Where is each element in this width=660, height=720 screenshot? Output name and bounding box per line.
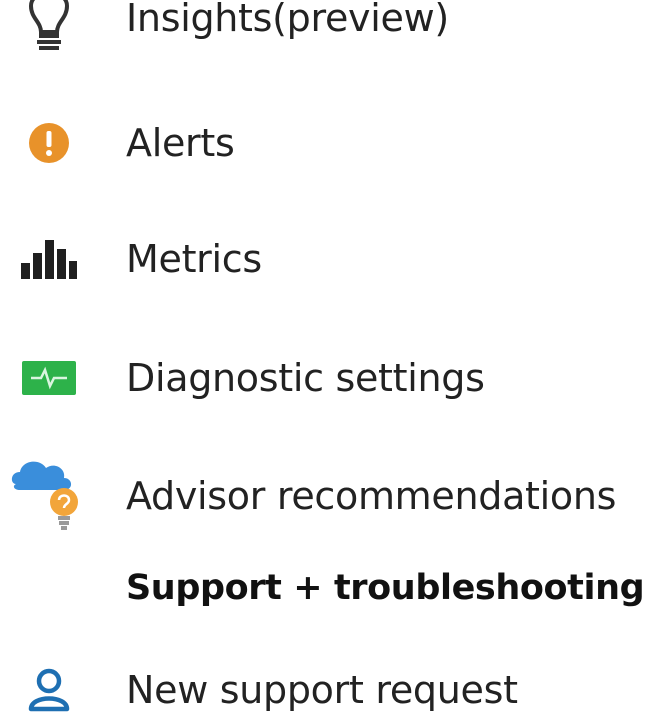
resource-menu: Insights(preview) Alerts Metrics Diagnos… — [0, 0, 660, 720]
menu-item-alerts[interactable]: Alerts — [0, 98, 660, 188]
menu-item-label: Diagnostic settings — [126, 356, 485, 400]
alert-icon — [8, 98, 90, 188]
menu-item-metrics[interactable]: Metrics — [0, 214, 660, 304]
advisor-icon — [8, 451, 90, 541]
lightbulb-icon — [8, 0, 90, 63]
menu-item-label: Metrics — [126, 237, 262, 281]
menu-item-insights[interactable]: Insights(preview) — [0, 0, 660, 63]
menu-item-advisor-recommendations[interactable]: Advisor recommendations — [0, 451, 660, 541]
menu-item-label: Advisor recommendations — [126, 474, 617, 518]
section-header-support: Support + troubleshooting — [126, 568, 645, 608]
person-icon — [8, 645, 90, 720]
menu-item-label: Insights(preview) — [126, 0, 449, 40]
metrics-icon — [8, 214, 90, 304]
menu-item-new-support-request[interactable]: New support request — [0, 645, 660, 720]
diagnostic-settings-icon — [8, 333, 90, 423]
menu-item-label: Alerts — [126, 121, 235, 165]
menu-item-label: New support request — [126, 668, 518, 712]
menu-item-diagnostic-settings[interactable]: Diagnostic settings — [0, 333, 660, 423]
